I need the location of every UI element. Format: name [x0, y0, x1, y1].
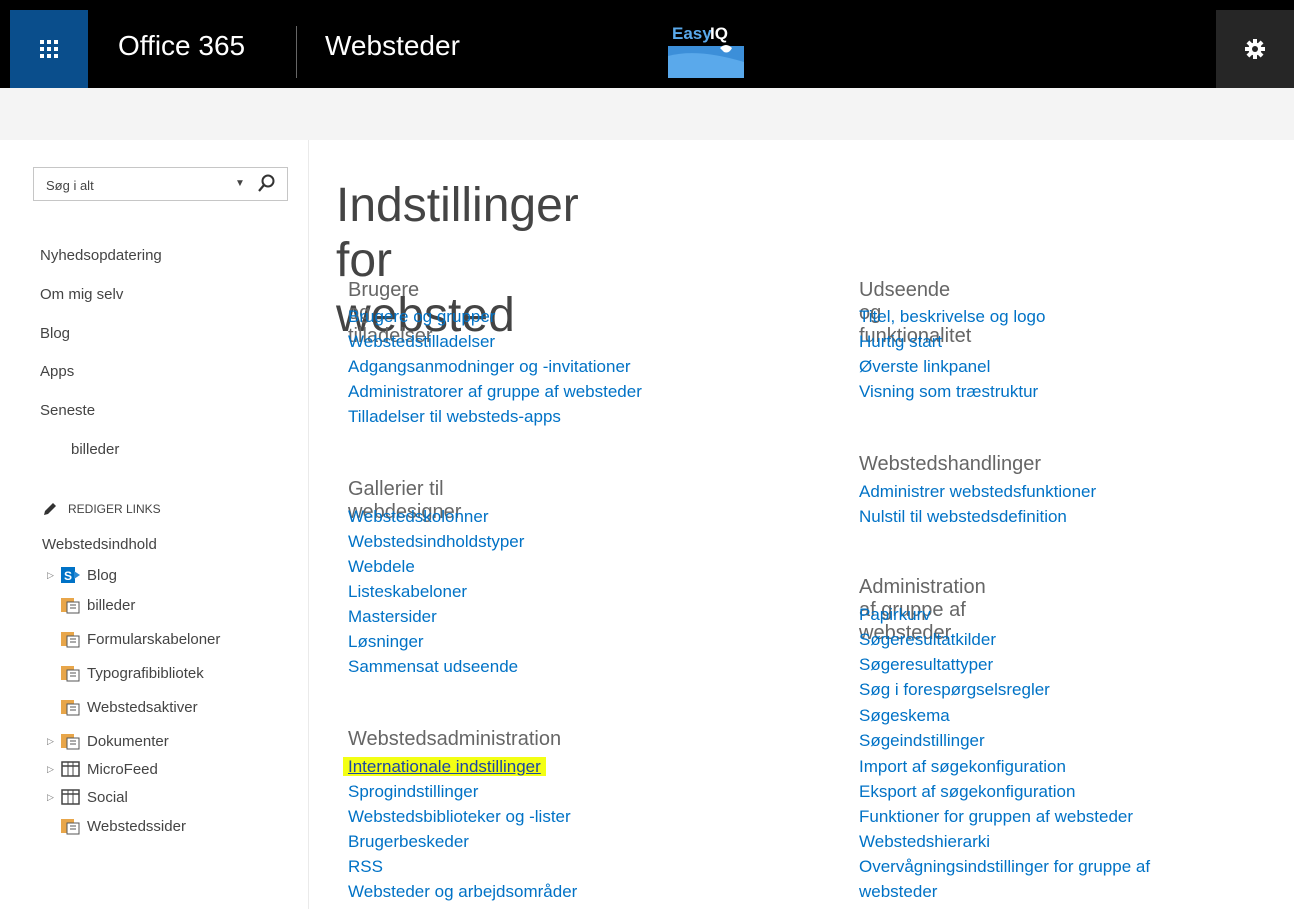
- tree-item-formularskabeloner[interactable]: Formularskabeloner: [61, 630, 220, 648]
- link-site-collection-admins[interactable]: Administratorer af gruppe af websteder: [348, 382, 642, 402]
- nav-item-newsfeed[interactable]: Nyhedsopdatering: [40, 247, 162, 264]
- link-site-permissions[interactable]: Webstedstilladelser: [348, 332, 495, 352]
- expand-arrow-icon[interactable]: ▷: [47, 570, 61, 581]
- search-box[interactable]: ▼: [33, 167, 288, 201]
- library-icon: [61, 819, 80, 835]
- header-divider: [296, 26, 297, 78]
- waffle-icon: [40, 40, 58, 58]
- link-result-types[interactable]: Søgeresultattyper: [859, 655, 993, 675]
- link-language-settings[interactable]: Sprogindstillinger: [348, 782, 478, 802]
- expand-arrow-icon[interactable]: ▷: [47, 792, 61, 803]
- library-icon: [61, 700, 80, 716]
- tree-item-billeder[interactable]: billeder: [61, 596, 135, 614]
- link-manage-site-features[interactable]: Administrer webstedsfunktioner: [859, 482, 1096, 502]
- link-search-settings[interactable]: Søgeindstillinger: [859, 731, 985, 751]
- link-search-config-import[interactable]: Import af søgekonfiguration: [859, 757, 1066, 777]
- svg-text:S: S: [64, 569, 72, 583]
- link-audit-settings-cont[interactable]: websteder: [859, 882, 937, 902]
- list-icon: [61, 761, 80, 777]
- tree-item-blog[interactable]: ▷ S Blog: [47, 566, 117, 584]
- link-composed-looks[interactable]: Sammensat udseende: [348, 657, 518, 677]
- expand-arrow-icon[interactable]: ▷: [47, 736, 61, 747]
- link-query-rules[interactable]: Søg i forespørgselsregler: [859, 680, 1050, 700]
- site-title[interactable]: Websteder: [325, 30, 460, 62]
- link-tree-view[interactable]: Visning som træstruktur: [859, 382, 1038, 402]
- link-top-link-bar[interactable]: Øverste linkpanel: [859, 357, 990, 377]
- tree-item-label: Formularskabeloner: [87, 630, 221, 648]
- list-icon: [61, 789, 80, 805]
- tree-item-label: Typografibibliotek: [87, 664, 204, 682]
- nav-item-about-me[interactable]: Om mig selv: [40, 286, 123, 303]
- link-rss[interactable]: RSS: [348, 857, 383, 877]
- link-site-hierarchy[interactable]: Webstedshierarki: [859, 832, 990, 852]
- nav-item-blog[interactable]: Blog: [40, 325, 70, 342]
- section-heading-site-actions: Webstedshandlinger: [859, 453, 1041, 475]
- nav-item-apps[interactable]: Apps: [40, 363, 74, 380]
- tree-item-label: billeder: [87, 596, 136, 614]
- link-libraries-lists[interactable]: Webstedsbiblioteker og -lister: [348, 807, 571, 827]
- easyiq-logo: Easy IQ: [668, 20, 744, 80]
- link-result-sources[interactable]: Søgeresultatkilder: [859, 630, 996, 650]
- settings-button[interactable]: [1216, 10, 1294, 88]
- link-title-description-logo[interactable]: Titel, beskrivelse og logo: [859, 307, 1045, 327]
- library-icon: [61, 666, 80, 682]
- link-regional-settings[interactable]: Internationale indstillinger: [343, 757, 546, 777]
- edit-links-label: REDIGER LINKS: [68, 502, 161, 516]
- link-access-requests[interactable]: Adgangsanmodninger og -invitationer: [348, 357, 631, 377]
- link-site-columns[interactable]: Webstedskolonner: [348, 507, 489, 527]
- link-site-app-permissions[interactable]: Tilladelser til websteds-apps: [348, 407, 561, 427]
- link-solutions[interactable]: Løsninger: [348, 632, 424, 652]
- office365-brand[interactable]: Office 365: [118, 30, 245, 62]
- nav-item-site-contents[interactable]: Webstedsindhold: [42, 536, 157, 553]
- link-search-schema[interactable]: Søgeskema: [859, 706, 950, 726]
- link-reset-site-definition[interactable]: Nulstil til webstedsdefinition: [859, 507, 1067, 527]
- nav-item-recent-billeder[interactable]: billeder: [71, 441, 119, 458]
- link-web-parts[interactable]: Webdele: [348, 557, 415, 577]
- tree-item-webstedsaktiver[interactable]: Webstedsaktiver: [61, 698, 198, 716]
- link-sites-workspaces[interactable]: Websteder og arbejdsområder: [348, 882, 577, 902]
- link-site-collection-features[interactable]: Funktioner for gruppen af websteder: [859, 807, 1133, 827]
- library-icon: [61, 632, 80, 648]
- tree-item-dokumenter[interactable]: ▷ Dokumenter: [47, 732, 169, 750]
- expand-arrow-icon[interactable]: ▷: [47, 764, 61, 775]
- tree-item-label: Social: [87, 788, 128, 806]
- sharepoint-site-icon: S: [61, 567, 80, 583]
- link-recycle-bin[interactable]: Papirkurv: [859, 605, 931, 625]
- gear-icon: [1245, 39, 1265, 59]
- highlighted-link-text[interactable]: Internationale indstillinger: [343, 757, 546, 776]
- svg-text:IQ: IQ: [710, 24, 728, 43]
- link-audit-settings[interactable]: Overvågningsindstillinger for gruppe af: [859, 857, 1150, 877]
- tree-item-microfeed[interactable]: ▷ MicroFeed: [47, 760, 158, 778]
- link-quick-launch[interactable]: Hurtig start: [859, 332, 942, 352]
- ribbon-bar: [0, 88, 1294, 140]
- search-icon[interactable]: [257, 173, 277, 195]
- library-icon: [61, 598, 80, 614]
- svg-text:Easy: Easy: [672, 24, 712, 43]
- library-icon: [61, 734, 80, 750]
- tree-item-label: MicroFeed: [87, 760, 158, 778]
- tree-item-label: Webstedssider: [87, 817, 186, 835]
- app-launcher-button[interactable]: [10, 10, 88, 88]
- nav-item-recent: Seneste: [40, 402, 96, 419]
- link-users-groups[interactable]: Brugere og grupper: [348, 307, 495, 327]
- tree-item-label: Blog: [87, 566, 118, 584]
- pencil-icon: [44, 503, 56, 515]
- link-content-types[interactable]: Webstedsindholdstyper: [348, 532, 524, 552]
- left-navigation: ▼ Nyhedsopdatering Om mig selv Blog Apps…: [0, 140, 309, 909]
- search-scope-dropdown-icon[interactable]: ▼: [235, 178, 245, 189]
- tree-item-label: Dokumenter: [87, 732, 169, 750]
- section-heading-site-admin: Webstedsadministration: [348, 728, 562, 750]
- edit-links-button[interactable]: REDIGER LINKS: [42, 501, 161, 517]
- link-user-alerts[interactable]: Brugerbeskeder: [348, 832, 469, 852]
- tree-item-social[interactable]: ▷ Social: [47, 788, 128, 806]
- link-master-pages[interactable]: Mastersider: [348, 607, 437, 627]
- link-search-config-export[interactable]: Eksport af søgekonfiguration: [859, 782, 1075, 802]
- tree-item-typografibibliotek[interactable]: Typografibibliotek: [61, 664, 204, 682]
- tree-item-webstedssider[interactable]: Webstedssider: [61, 817, 186, 835]
- suite-bar: Office 365 Websteder Easy IQ: [0, 0, 1294, 88]
- link-list-templates[interactable]: Listeskabeloner: [348, 582, 467, 602]
- tree-item-label: Webstedsaktiver: [87, 698, 198, 716]
- search-input[interactable]: [44, 174, 228, 196]
